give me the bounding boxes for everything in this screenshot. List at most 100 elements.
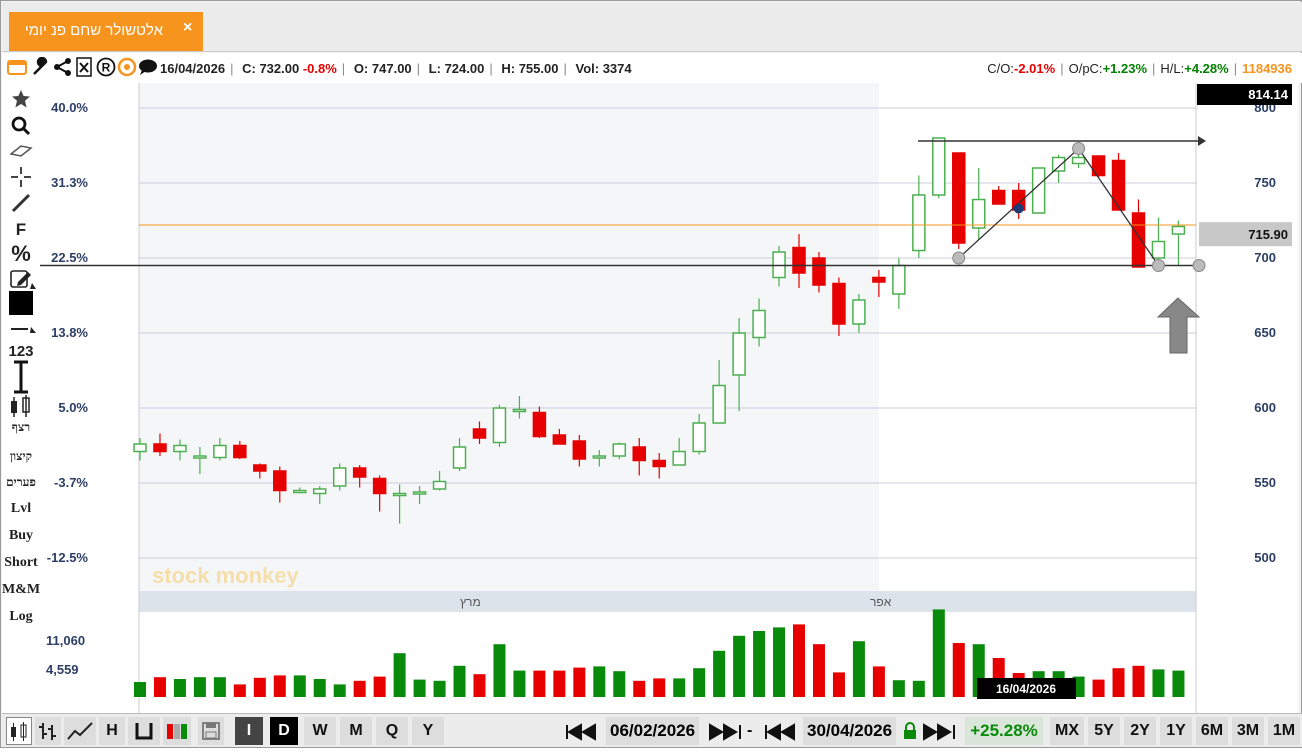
volume-bar bbox=[1152, 669, 1165, 697]
hl-label: H/L: bbox=[1160, 61, 1185, 76]
candle-body bbox=[912, 194, 926, 252]
chart-tab[interactable]: אלטשולר שחם פנ יומי × bbox=[9, 12, 203, 51]
line-width-icon[interactable] bbox=[10, 323, 36, 335]
volume-bar bbox=[173, 679, 186, 697]
security-id: 1184936 bbox=[1242, 61, 1292, 76]
tool-log[interactable]: Log bbox=[2, 609, 40, 625]
volume-bar bbox=[593, 666, 606, 697]
lock-icon[interactable] bbox=[903, 722, 917, 740]
tool-gaps[interactable]: פערים bbox=[2, 475, 40, 490]
range-1m-button[interactable]: 1M bbox=[1268, 717, 1300, 745]
volume-bar bbox=[1092, 679, 1105, 697]
monthly-button[interactable]: M bbox=[340, 717, 372, 745]
range-1y-button[interactable]: 1Y bbox=[1160, 717, 1192, 745]
volume-bar bbox=[373, 676, 386, 697]
quote-ratios: C/O:-2.01% | O/pC:+1.23% | H/L:+4.28% | 118493… bbox=[987, 61, 1292, 76]
yearly-button[interactable]: Y bbox=[412, 717, 444, 745]
candle-style-icon[interactable] bbox=[8, 395, 34, 419]
wrench-icon[interactable] bbox=[31, 57, 51, 77]
range-6m-button[interactable]: 6M bbox=[1196, 717, 1228, 745]
last-price-label: 814.14 bbox=[1248, 87, 1289, 102]
chart-area[interactable]: 800 40.0% 750 31.3% 700 22.5% 650 13.8% 600 5.0% 5… bbox=[40, 83, 1298, 713]
to-date[interactable]: 30/04/2026 bbox=[803, 717, 897, 745]
star-icon[interactable] bbox=[11, 89, 31, 109]
percent-tick-label: 31.3% bbox=[51, 175, 88, 190]
weekly-button[interactable]: W bbox=[304, 717, 336, 745]
volume-bar bbox=[753, 631, 766, 697]
numbers-tool[interactable]: 123 bbox=[2, 343, 40, 360]
skip-forward-icon[interactable] bbox=[920, 723, 956, 741]
volume-bar bbox=[573, 667, 586, 697]
close-label: C: bbox=[242, 61, 256, 76]
excel-export-icon[interactable] bbox=[74, 57, 94, 77]
price-chart[interactable]: 80040.0%75031.3%70022.5%65013.8%6005.0%5… bbox=[40, 83, 1298, 713]
share-icon[interactable] bbox=[53, 57, 73, 77]
volume-bar bbox=[713, 650, 726, 697]
edit-icon[interactable] bbox=[10, 269, 36, 289]
target-icon[interactable] bbox=[117, 57, 137, 77]
range-max-button[interactable]: MX bbox=[1050, 717, 1084, 745]
line-tool-icon[interactable] bbox=[10, 192, 32, 214]
candle-body bbox=[592, 455, 607, 459]
volume-bar bbox=[413, 679, 426, 697]
vertical-measure-icon[interactable] bbox=[11, 359, 31, 395]
line-mode-button[interactable] bbox=[64, 717, 96, 745]
range-2y-button[interactable]: 2Y bbox=[1124, 717, 1156, 745]
tool-extreme[interactable]: קיצון bbox=[2, 449, 40, 464]
tool-lvl[interactable]: Lvl bbox=[2, 501, 40, 517]
candle-body bbox=[472, 428, 487, 439]
crosshair-icon[interactable] bbox=[10, 166, 32, 188]
candles-mode-button[interactable] bbox=[6, 717, 32, 745]
skip-back-icon[interactable] bbox=[565, 723, 601, 741]
color-bars-button[interactable] bbox=[163, 717, 191, 745]
candle-body bbox=[213, 444, 227, 459]
step-forward-icon[interactable] bbox=[706, 723, 742, 741]
intraday-button[interactable]: I bbox=[235, 717, 263, 745]
tool-mm[interactable]: M&M bbox=[2, 582, 40, 598]
hlc-mode-button[interactable]: H bbox=[99, 717, 125, 745]
quote-date: 16/04/2026 bbox=[160, 61, 226, 76]
volume-bar bbox=[673, 678, 686, 697]
skip-back-end-icon[interactable] bbox=[764, 723, 800, 741]
quarterly-button[interactable]: Q bbox=[376, 717, 408, 745]
percent-tool[interactable]: % bbox=[2, 241, 40, 267]
text-tool[interactable]: F bbox=[2, 220, 40, 240]
comment-icon[interactable] bbox=[138, 57, 158, 77]
percent-tick-label: -3.7% bbox=[54, 475, 88, 490]
bar-mode-button[interactable] bbox=[128, 717, 160, 745]
volume-bar bbox=[1172, 670, 1185, 697]
tool-buy[interactable]: Buy bbox=[2, 528, 40, 544]
bracket-icon bbox=[135, 723, 153, 740]
ohlc-mode-button[interactable] bbox=[35, 717, 61, 745]
candle-body bbox=[273, 470, 287, 492]
title-bar: אלטשולר שחם פנ יומי × bbox=[2, 2, 1302, 52]
save-button[interactable] bbox=[198, 717, 224, 745]
quote-info-bar: R 16/04/2026 | C: 732.00 -0.8% | O: 747.00… bbox=[2, 53, 1302, 83]
from-date[interactable]: 06/02/2026 bbox=[606, 717, 700, 745]
volume-value: 3374 bbox=[602, 61, 632, 76]
registered-icon[interactable]: R bbox=[96, 57, 116, 77]
volume-bar bbox=[213, 677, 226, 697]
price-tick-label: 700 bbox=[1254, 250, 1276, 265]
window-icon[interactable] bbox=[7, 57, 27, 77]
pattern-midpoint bbox=[1013, 203, 1024, 214]
candle-body bbox=[991, 189, 1006, 205]
color-swatch[interactable] bbox=[9, 291, 33, 315]
candle-body bbox=[452, 446, 467, 469]
range-3m-button[interactable]: 3M bbox=[1232, 717, 1264, 745]
percent-tick-label: -12.5% bbox=[47, 550, 89, 565]
close-icon[interactable]: × bbox=[183, 19, 192, 37]
tool-short[interactable]: Short bbox=[2, 555, 40, 571]
tool-sequence[interactable]: רצף bbox=[2, 420, 40, 435]
range-5y-button[interactable]: 5Y bbox=[1088, 717, 1120, 745]
search-icon[interactable] bbox=[11, 116, 31, 136]
candle-body bbox=[332, 467, 347, 487]
candle-body bbox=[1071, 156, 1086, 165]
eraser-icon[interactable] bbox=[9, 143, 33, 159]
candle-body bbox=[1051, 156, 1066, 172]
pattern-point bbox=[1151, 259, 1165, 272]
save-icon bbox=[202, 722, 220, 740]
percent-tick-label: 22.5% bbox=[51, 250, 88, 265]
candle-body bbox=[872, 276, 886, 283]
daily-button[interactable]: D bbox=[270, 717, 298, 745]
